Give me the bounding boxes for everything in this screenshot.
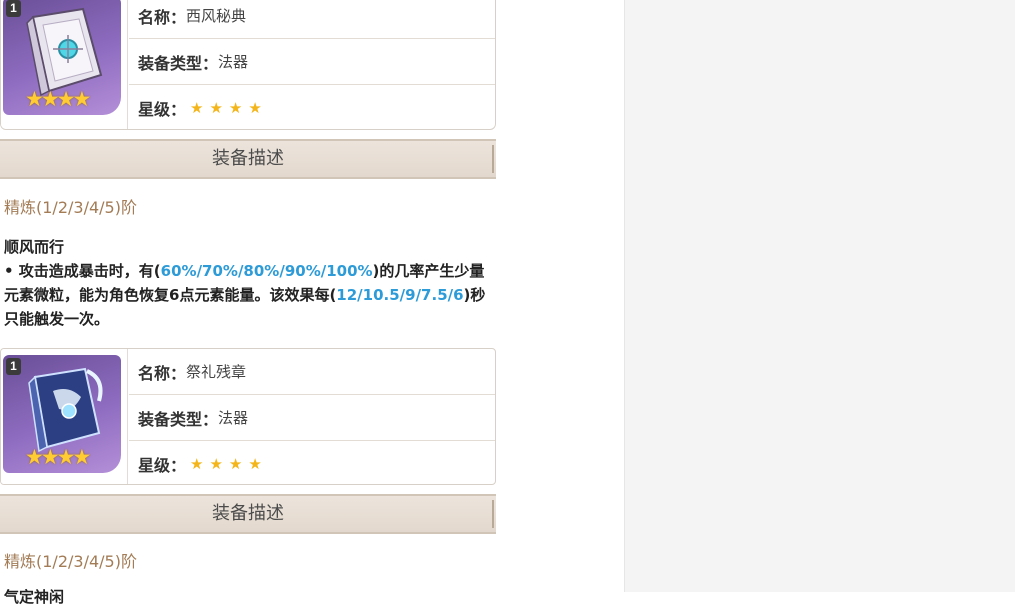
icon-rarity-stars: ★★★★ [25,87,91,111]
type-label: 装备类型： [138,53,219,73]
rarity-label: 星级： [138,100,187,119]
rarity-row: 星级： ★★★★ [129,85,495,129]
rarity-label: 星级： [138,456,187,475]
name-row: 名称： 西风秘典 [129,0,495,39]
name-label: 名称： [138,363,187,383]
name-row: 名称： 祭礼残章 [129,349,495,395]
type-value: 法器 [218,53,249,71]
weapon-info: 名称： 祭礼残章 装备类型： 法器 星级： ★★★★ [129,349,495,484]
skill-highlight: 60%/70%/80%/90%/100% [160,262,373,280]
right-blank-panel [624,0,1015,592]
skill-name: 顺风而行 [4,238,65,256]
name-label: 名称： [138,7,187,27]
type-row: 装备类型： 法器 [129,395,495,441]
weapon-card: 1 ★★★★ 名称： 西风秘典 装备类型： 法器 星级： ★★★★ [0,0,496,130]
section-header: 装备描述 [0,139,496,179]
type-row: 装备类型： 法器 [129,39,495,85]
rarity-stars: ★★★★ [190,99,268,117]
name-value: 西风秘典 [186,7,247,25]
section-header: 装备描述 [0,494,496,534]
refine-text: 精炼(1/2/3/4/5)阶 [4,198,137,217]
rarity-row: 星级： ★★★★ [129,441,495,484]
weapon-icon-frame[interactable]: 1 ★★★★ [3,355,121,473]
weapon-icon-cell: 1 ★★★★ [1,0,128,129]
weapon-card: 1 ★★★★ 名称： 祭礼残章 装备类型： 法器 星级： ★★★★ [0,348,496,485]
rarity-stars: ★★★★ [190,455,268,473]
skill-highlight: 12/10.5/9/7.5/6 [336,286,464,304]
type-value: 法器 [218,409,249,427]
icon-rarity-stars: ★★★★ [25,445,91,469]
name-value: 祭礼残章 [186,363,247,381]
skill-description: 顺风而行 • 攻击造成暴击时，有(60%/70%/80%/90%/100%)的几… [4,235,494,331]
skill-effect: • 攻击造成暴击时，有(60%/70%/80%/90%/100%)的几率产生少量… [4,259,494,331]
skill-name: 气定神闲 [4,588,65,606]
skill-text: • 攻击造成暴击时，有( [4,262,161,280]
weapon-info: 名称： 西风秘典 装备类型： 法器 星级： ★★★★ [129,0,495,129]
type-label: 装备类型： [138,409,219,429]
weapon-icon-frame[interactable]: 1 ★★★★ [3,0,121,115]
weapon-icon-cell: 1 ★★★★ [1,349,128,484]
refine-text: 精炼(1/2/3/4/5)阶 [4,552,137,571]
